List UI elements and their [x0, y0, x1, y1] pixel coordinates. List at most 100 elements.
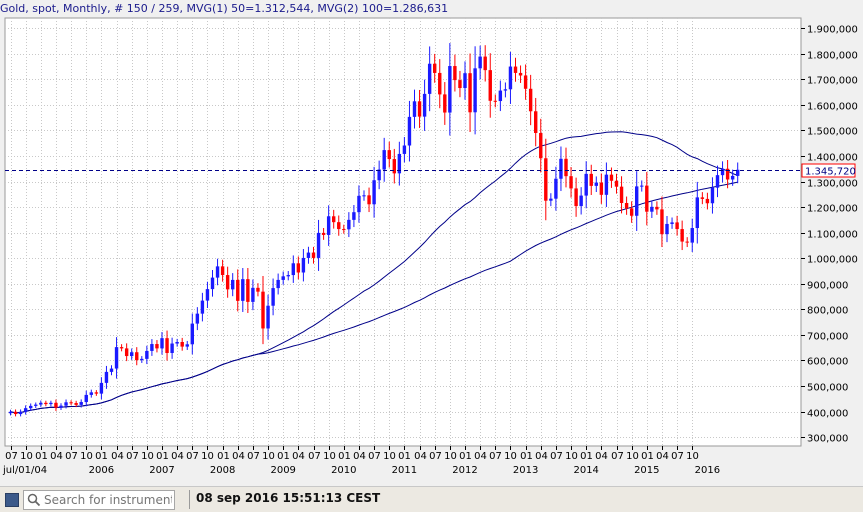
candle-body [589, 173, 593, 186]
y-tick-label: 700,000 [807, 332, 848, 343]
candle-body [559, 158, 563, 179]
candle-body [650, 206, 654, 212]
candle-body [377, 169, 381, 181]
candle-body [640, 185, 644, 187]
candle-body [281, 276, 285, 280]
y-tick-label: 1.900,000 [807, 25, 858, 36]
candle-body [352, 212, 356, 220]
candle-body [195, 313, 200, 324]
candle-body [64, 402, 68, 406]
candle-body [124, 348, 129, 357]
candle-body [8, 411, 13, 414]
x-tick-label: 01 [277, 451, 290, 462]
candle-body [700, 197, 705, 199]
candle-body [569, 176, 573, 189]
candle-body [387, 150, 391, 160]
x-tick-label: 04 [535, 451, 548, 462]
candle-body [79, 402, 83, 405]
candle-body [347, 219, 351, 230]
x-tick-label: 04 [111, 451, 124, 462]
candle-body [291, 263, 295, 276]
candle-body [422, 93, 427, 117]
candle-body [513, 66, 518, 73]
candle-body [332, 216, 336, 223]
x-tick-label: 10 [565, 451, 578, 462]
candle-body [670, 222, 674, 224]
y-tick-label: 1.300,000 [807, 179, 858, 190]
candle-body [220, 266, 225, 276]
candle-body [599, 182, 604, 195]
candle-body [478, 56, 482, 69]
x-tick-label: 07 [550, 451, 563, 462]
candle-body [448, 66, 452, 113]
candle-body [604, 174, 609, 195]
candle-body [39, 402, 43, 405]
candle-body [528, 88, 533, 112]
candle-body [241, 279, 245, 301]
candle-body [301, 257, 306, 273]
x-tick-label: 10 [444, 451, 457, 462]
x-tick-label: 10 [262, 451, 275, 462]
candle-body [720, 168, 725, 176]
candle-body [635, 186, 639, 216]
x-tick-label: 04 [474, 451, 487, 462]
candle-body [710, 187, 715, 204]
candle-body [503, 89, 508, 91]
candle-body [619, 186, 624, 203]
candle-body [629, 208, 634, 216]
x-tick-label: 04 [353, 451, 366, 462]
status-separator [189, 490, 190, 509]
candle-body [13, 411, 18, 415]
current-price-label: 1.345,720 [805, 167, 856, 178]
candle-body [236, 279, 240, 301]
candle-body [458, 80, 462, 89]
candle-body [306, 252, 311, 258]
search-input[interactable] [44, 491, 172, 509]
candle-body [392, 159, 396, 174]
candle-body [69, 402, 73, 404]
candle-body [160, 338, 164, 349]
candle-body [109, 368, 114, 372]
candle-body [715, 175, 720, 188]
x-tick-label: 10 [141, 451, 154, 462]
candle-body [362, 195, 366, 197]
panel-toggle-button[interactable] [5, 493, 19, 507]
x-tick-label: 04 [414, 451, 427, 462]
candle-body [94, 392, 99, 394]
candle-body [59, 405, 63, 408]
candle-body [534, 111, 538, 133]
candle-body [412, 101, 417, 117]
candle-body [119, 347, 124, 349]
search-box[interactable] [23, 490, 175, 510]
candle-body [695, 197, 699, 229]
candle-body [574, 188, 578, 207]
x-start-label: jul/01/04 [2, 465, 47, 476]
x-year-label: 2007 [149, 465, 174, 476]
x-year-label: 2015 [634, 465, 659, 476]
candle-body [493, 100, 497, 102]
candle-body [438, 72, 442, 95]
x-tick-label: 01 [338, 451, 351, 462]
candle-body [54, 402, 58, 408]
candle-body [180, 342, 184, 347]
y-tick-label: 1.500,000 [807, 127, 858, 138]
candle-body [271, 288, 275, 306]
candle-body [89, 392, 93, 395]
candle-body [594, 182, 598, 186]
x-tick-label: 07 [489, 451, 502, 462]
candle-body [382, 150, 386, 170]
candle-body [296, 263, 301, 273]
x-tick-label: 10 [686, 451, 699, 462]
x-tick-label: 10 [80, 451, 93, 462]
candle-body [326, 216, 331, 235]
candle-body [675, 222, 679, 230]
price-chart[interactable]: 1.345,720 300,000 400,000 500,000 600,000 70… [0, 0, 863, 486]
candle-body [256, 287, 260, 292]
candle-body [165, 338, 169, 353]
y-tick-label: 800,000 [807, 306, 848, 317]
candle-body [417, 101, 422, 117]
x-year-label: 2006 [89, 465, 114, 476]
x-tick-label: 07 [611, 451, 624, 462]
x-tick-label: 01 [459, 451, 472, 462]
status-datetime: 08 sep 2016 15:51:13 CEST [196, 491, 381, 505]
